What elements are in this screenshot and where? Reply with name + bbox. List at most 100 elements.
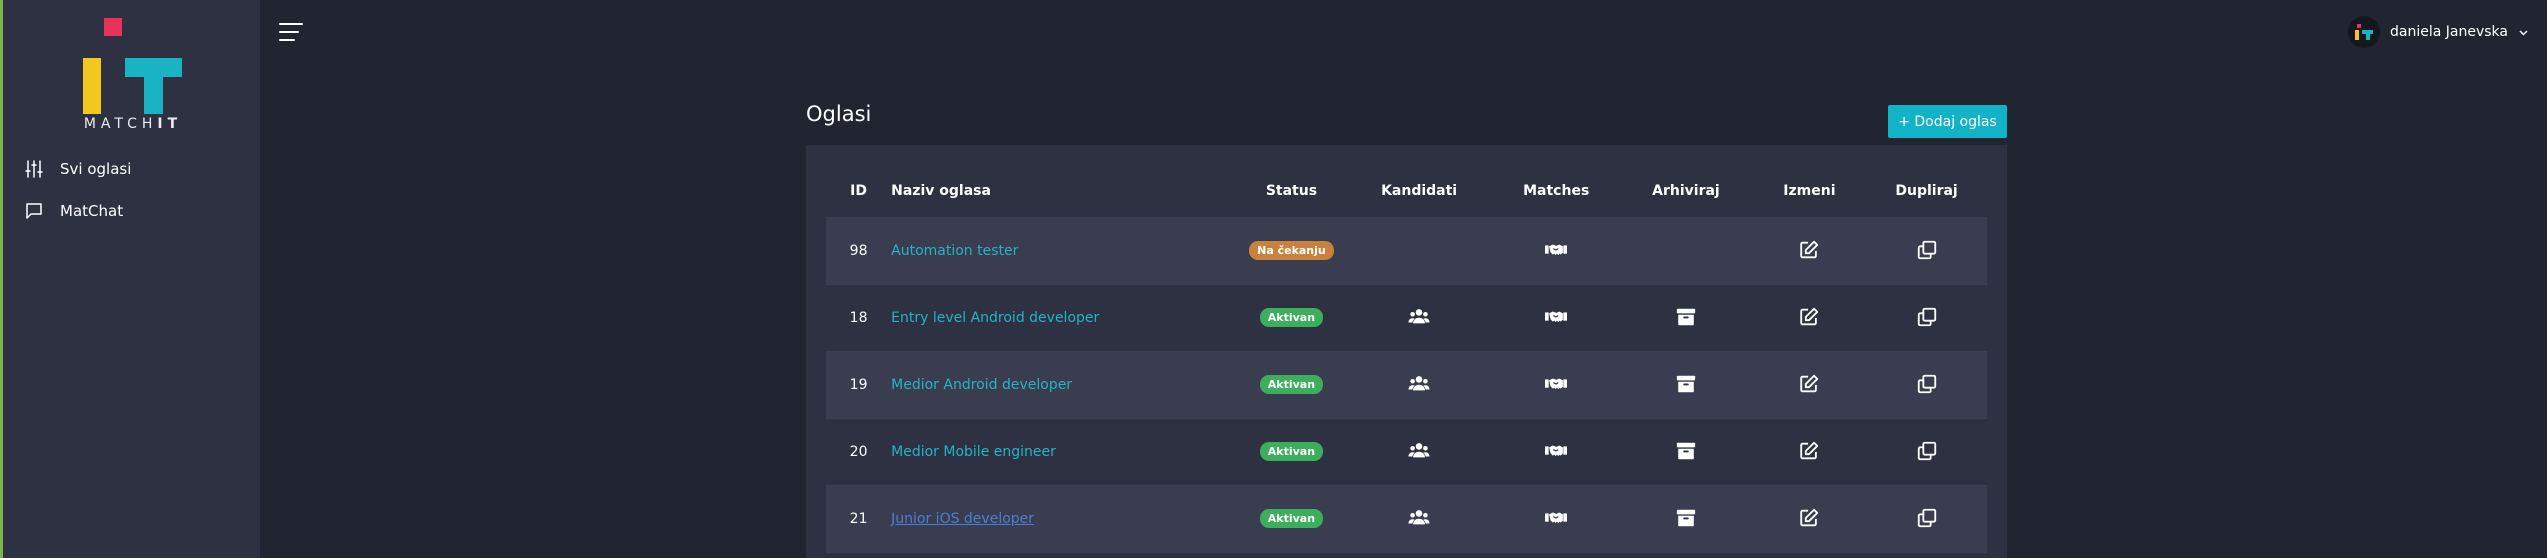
copy-icon: [1917, 374, 1936, 393]
cell-candidates: [1345, 351, 1494, 419]
users-icon: [1408, 442, 1430, 457]
status-badge: Aktivan: [1259, 375, 1324, 394]
add-ad-button[interactable]: + Dodaj oglas: [1888, 105, 2007, 138]
cell-status: Aktivan: [1237, 485, 1346, 553]
archive-icon: [1676, 442, 1696, 459]
sidebar-item-matchat[interactable]: MatChat: [25, 196, 123, 226]
cell-id: 21: [826, 485, 892, 553]
archive-button[interactable]: [1673, 505, 1699, 531]
status-badge: Aktivan: [1259, 442, 1324, 461]
archive-button[interactable]: [1673, 304, 1699, 330]
sidebar-item-label: Svi oglasi: [60, 160, 132, 178]
edit-button[interactable]: [1796, 438, 1822, 464]
cell-id: 18: [826, 284, 892, 352]
chat-icon: [26, 203, 42, 219]
cell-status: Aktivan: [1237, 284, 1346, 352]
cell-edit: [1752, 351, 1867, 419]
user-name: daniela Janevska: [2390, 24, 2508, 40]
cell-archive: [1619, 284, 1753, 352]
cell-duplicate: [1866, 351, 1987, 419]
archive-button[interactable]: [1673, 438, 1699, 464]
cell-name: Medior Mobile engineer: [891, 418, 1238, 486]
column-header-edit: Izmeni: [1752, 165, 1867, 218]
cell-status: Aktivan: [1237, 351, 1346, 419]
matches-button[interactable]: [1543, 505, 1569, 531]
cell-name: Automation tester: [891, 217, 1238, 285]
duplicate-button[interactable]: [1914, 237, 1940, 263]
copy-icon: [1917, 307, 1936, 326]
users-icon: [1408, 308, 1430, 323]
table-body: 98 Automation tester Na čekanju 18 Entry lev…: [826, 217, 1987, 553]
table-row: 98 Automation tester Na čekanju: [826, 217, 1987, 285]
table-header-row: ID Naziv oglasa Status Kandidati Matches…: [826, 165, 1987, 218]
cell-duplicate: [1866, 217, 1987, 285]
copy-icon: [1917, 441, 1936, 460]
logo-teal-bar: [125, 58, 182, 77]
cell-candidates: [1345, 485, 1494, 553]
matches-button[interactable]: [1543, 237, 1569, 263]
table-row: 20 Medior Mobile engineer Aktivan: [826, 418, 1987, 486]
ad-title-link[interactable]: Medior Android developer: [891, 377, 1072, 393]
duplicate-button[interactable]: [1914, 304, 1940, 330]
brand-name-bold: IT: [157, 116, 183, 132]
handshake-icon: [1545, 512, 1568, 523]
column-header-archive: Arhiviraj: [1619, 165, 1753, 218]
cell-archive: [1619, 418, 1753, 486]
edit-icon: [1800, 240, 1819, 258]
status-badge: Aktivan: [1259, 509, 1324, 528]
cell-candidates: [1345, 418, 1494, 486]
ad-title-link[interactable]: Junior iOS developer: [891, 511, 1034, 527]
cell-archive: [1619, 217, 1753, 285]
archive-icon: [1676, 308, 1696, 325]
sidebar-toggle-button[interactable]: [278, 20, 304, 44]
handshake-icon: [1545, 244, 1568, 255]
cell-id: 98: [826, 217, 892, 285]
brand-name-light: MATCH: [83, 116, 158, 132]
chevron-down-icon: [2519, 29, 2528, 36]
ads-table: ID Naziv oglasa Status Kandidati Matches…: [826, 165, 1987, 553]
cell-duplicate: [1866, 284, 1987, 352]
cell-name: Junior iOS developer: [891, 485, 1238, 553]
cell-name: Medior Android developer: [891, 351, 1238, 419]
sidebar-item-svi-oglasi[interactable]: Svi oglasi: [25, 154, 131, 184]
edit-button[interactable]: [1796, 304, 1822, 330]
ad-title-link[interactable]: Medior Mobile engineer: [891, 444, 1056, 460]
candidates-button[interactable]: [1406, 505, 1432, 531]
matches-button[interactable]: [1543, 438, 1569, 464]
edit-button[interactable]: [1796, 505, 1822, 531]
edit-button[interactable]: [1796, 371, 1822, 397]
column-header-name: Naziv oglasa: [891, 165, 1238, 218]
candidates-button[interactable]: [1406, 371, 1432, 397]
archive-icon: [1676, 509, 1696, 526]
handshake-icon: [1545, 378, 1568, 389]
edit-button[interactable]: [1796, 237, 1822, 263]
column-header-status: Status: [1237, 165, 1346, 218]
cell-id: 20: [826, 418, 892, 486]
cell-matches: [1493, 217, 1620, 285]
duplicate-button[interactable]: [1914, 438, 1940, 464]
cell-status: Na čekanju: [1237, 217, 1346, 285]
matches-button[interactable]: [1543, 371, 1569, 397]
table-row: 21 Junior iOS developer Aktivan: [826, 485, 1987, 553]
ads-table-card: ID Naziv oglasa Status Kandidati Matches…: [806, 145, 2007, 558]
ad-title-link[interactable]: Entry level Android developer: [891, 310, 1099, 326]
cell-duplicate: [1866, 485, 1987, 553]
table-row: 19 Medior Android developer Aktivan: [826, 351, 1987, 419]
archive-icon: [1676, 375, 1696, 392]
handshake-icon: [1545, 311, 1568, 322]
ad-title-link[interactable]: Automation tester: [891, 243, 1018, 259]
duplicate-button[interactable]: [1914, 371, 1940, 397]
candidates-button[interactable]: [1406, 304, 1432, 330]
cell-name: Entry level Android developer: [891, 284, 1238, 352]
users-icon: [1408, 375, 1430, 390]
duplicate-button[interactable]: [1914, 505, 1940, 531]
matches-button[interactable]: [1543, 304, 1569, 330]
cell-matches: [1493, 418, 1620, 486]
user-menu[interactable]: daniela Janevska: [2348, 16, 2529, 48]
matchit-logo[interactable]: MATCHIT: [73, 16, 193, 134]
cell-archive: [1619, 351, 1753, 419]
app-root: MATCHIT Svi oglasi MatChat daniela Janev…: [0, 0, 2547, 558]
candidates-button[interactable]: [1406, 438, 1432, 464]
copy-icon: [1917, 508, 1936, 527]
archive-button[interactable]: [1673, 371, 1699, 397]
